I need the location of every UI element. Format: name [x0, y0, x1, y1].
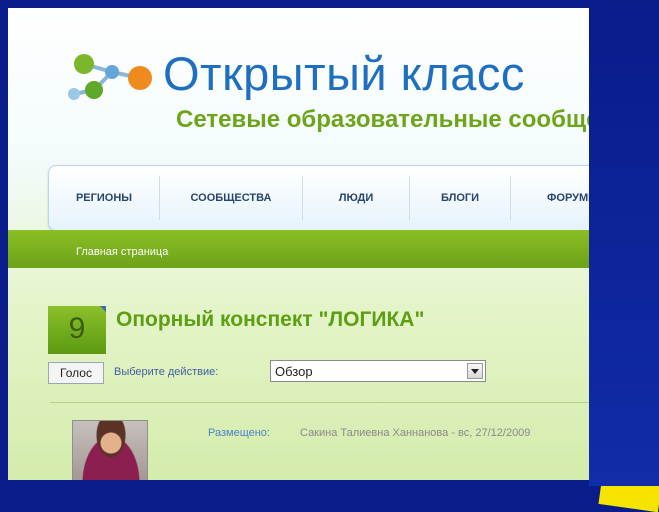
- site-subtitle: Сетевые образовательные сообщества: [176, 106, 649, 133]
- action-label: Выберите действие:: [114, 366, 219, 378]
- divider: [50, 402, 640, 403]
- posted-label: Размещено:: [208, 427, 270, 439]
- action-select-value: Обзор: [275, 364, 313, 379]
- nav-item-regions[interactable]: РЕГИОНЫ: [49, 166, 159, 230]
- vote-count: 9: [68, 312, 86, 345]
- nav-item-communities[interactable]: СООБЩЕСТВА: [160, 166, 302, 230]
- action-select[interactable]: Обзор: [270, 360, 486, 382]
- nav-item-people[interactable]: ЛЮДИ: [303, 166, 409, 230]
- site-title[interactable]: Открытый класс: [163, 46, 525, 101]
- page-frame: Открытый класс Сетевые образовательные с…: [8, 8, 649, 480]
- vote-corner-icon: [100, 306, 106, 312]
- nav-item-blogs[interactable]: БЛОГИ: [410, 166, 510, 230]
- breadcrumb-home-link[interactable]: Главная страница: [76, 246, 168, 258]
- vote-count-box: 9: [48, 306, 106, 354]
- page-title: Опорный конспект "ЛОГИКА": [116, 308, 425, 331]
- posted-author-date[interactable]: Сакина Талиевна Ханнанова - вс, 27/12/20…: [300, 427, 530, 439]
- avatar[interactable]: [72, 420, 148, 480]
- main-navigation: РЕГИОНЫ СООБЩЕСТВА ЛЮДИ БЛОГИ ФОРУМЫ: [48, 165, 649, 231]
- slide-border: [589, 0, 659, 486]
- chevron-down-icon[interactable]: [467, 363, 483, 379]
- logo-molecule-icon: [68, 54, 152, 100]
- vote-button[interactable]: Голос: [48, 362, 104, 384]
